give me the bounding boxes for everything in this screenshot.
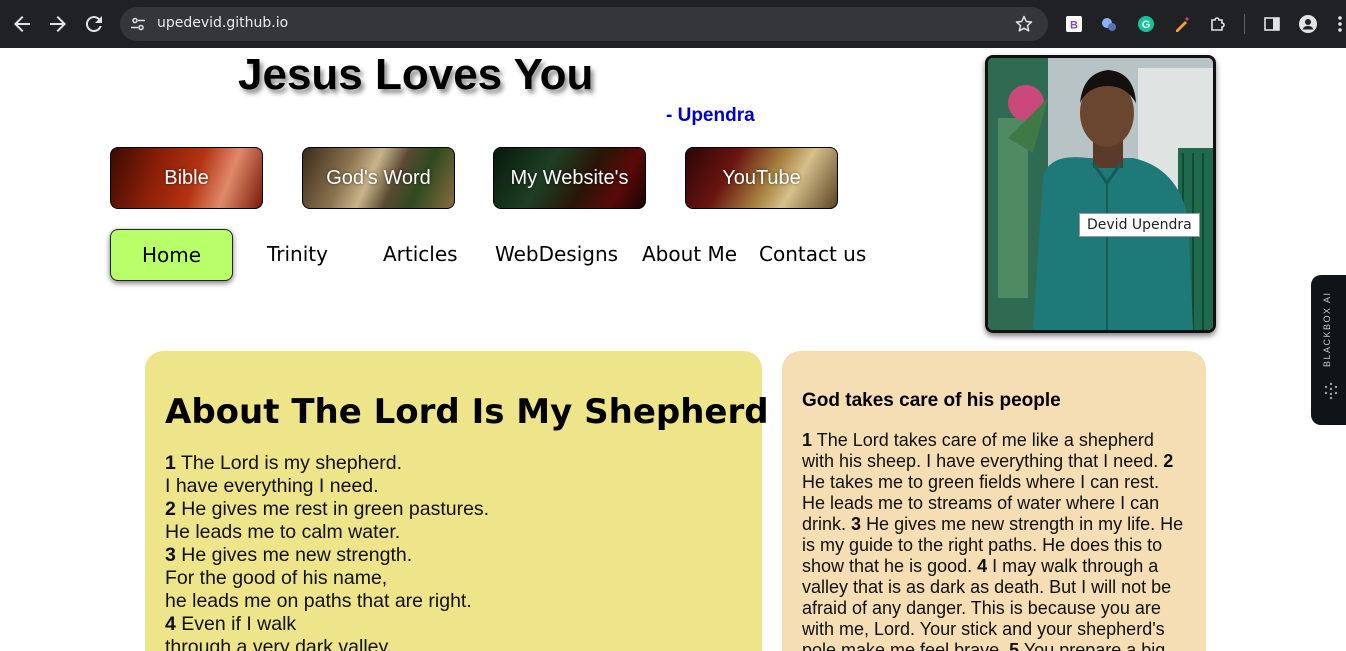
verse-text: I have everything I need.	[165, 475, 379, 497]
verse-number: 1	[165, 452, 176, 474]
verse-line: He leads me to calm water.	[165, 521, 489, 544]
verse-line: through a very dark valley,	[165, 636, 489, 651]
psalm-heading-prefix: About	[165, 392, 280, 432]
verse-line: he leads me on paths that are right.	[165, 590, 489, 613]
verse-line: For the good of his name,	[165, 567, 489, 590]
paraphrase-text: 1 The Lord takes care of me like a sheph…	[802, 430, 1187, 651]
profile-photo: Devid Upendra	[985, 55, 1216, 333]
verse-number: 4	[977, 556, 988, 576]
verse-line: 1 The Lord is my shepherd.	[165, 452, 489, 475]
verse-line: 3 He gives me new strength.	[165, 544, 489, 567]
toolbar-divider	[1244, 14, 1245, 34]
verse-number: 4	[165, 613, 176, 635]
verse-text: Even if I walk	[181, 613, 297, 635]
blackbox-ai-widget[interactable]: BLACKBOX AI	[1311, 275, 1346, 425]
psalm-verses: 1 The Lord is my shepherd. I have everyth…	[165, 452, 489, 651]
verse-number: 2	[165, 498, 176, 520]
ai-extension-icon[interactable]	[1099, 14, 1119, 34]
site-settings-icon[interactable]	[130, 16, 146, 32]
svg-text:G: G	[1142, 19, 1151, 31]
verse-line: 4 Even if I walk	[165, 613, 489, 636]
verse-number: 5	[1009, 640, 1020, 651]
puzzle-extensions-icon[interactable]	[1208, 14, 1228, 34]
verse-number: 3	[851, 514, 862, 534]
verse-text: The Lord is my shepherd.	[180, 452, 403, 474]
url-text[interactable]: upedevid.github.io	[157, 15, 288, 31]
paraphrase-segment: The Lord takes care of me like a shepher…	[802, 430, 1159, 471]
grammarly-extension-icon[interactable]: G	[1136, 14, 1156, 34]
my-websites-button[interactable]: My Website's	[493, 147, 646, 209]
site-title: Jesus Loves You	[238, 50, 594, 99]
verse-text: he leads me on paths that are right.	[165, 590, 472, 612]
nav-about-me[interactable]: About Me	[642, 242, 737, 266]
nav-trinity[interactable]: Trinity	[267, 242, 328, 266]
verse-number: 1	[802, 430, 813, 450]
blackbox-logo-icon	[1324, 382, 1338, 400]
paraphrase-heading: God takes care of his people	[802, 390, 1061, 411]
verse-line: I have everything I need.	[165, 475, 489, 498]
back-icon[interactable]	[10, 12, 34, 36]
verse-text: He gives me rest in green pastures.	[181, 498, 490, 520]
blackbox-ai-label: BLACKBOX AI	[1322, 291, 1332, 367]
side-panel-icon[interactable]	[1262, 14, 1282, 34]
profile-photo-illustration	[988, 58, 1213, 330]
svg-text:B: B	[1070, 20, 1078, 32]
verse-text: For the good of his name,	[165, 567, 388, 589]
nav-webdesigns[interactable]: WebDesigns	[495, 242, 618, 266]
more-menu-icon[interactable]	[1334, 14, 1346, 34]
nav-contact-us[interactable]: Contact us	[759, 242, 866, 266]
psalm-card: About The Lord Is My Shepherd 1 The Lord…	[145, 351, 769, 651]
bookmark-star-icon[interactable]	[1014, 14, 1034, 34]
verse-text: He leads me to calm water.	[165, 521, 401, 543]
browser-toolbar: upedevid.github.io B G	[0, 0, 1346, 48]
address-bar[interactable]: upedevid.github.io	[120, 7, 1048, 41]
paraphrase-card: God takes care of his people 1 The Lord …	[782, 351, 1206, 651]
verse-text: He gives me new strength.	[181, 544, 413, 566]
verse-number: 2	[1163, 451, 1174, 471]
gods-word-button[interactable]: God's Word	[302, 147, 455, 209]
verse-number: 3	[165, 544, 176, 566]
verse-line: 2 He gives me rest in green pastures.	[165, 498, 489, 521]
psalm-heading: About The Lord Is My Shepherd	[165, 392, 769, 432]
verse-text: through a very dark valley,	[165, 636, 393, 651]
color-picker-extension-icon[interactable]	[1172, 14, 1192, 34]
nav-home[interactable]: Home	[110, 229, 233, 281]
profile-icon[interactable]	[1298, 14, 1318, 34]
psalm-heading-title: The Lord Is My Shepherd	[291, 392, 769, 432]
author-signature: - Upendra	[666, 105, 755, 126]
bible-button[interactable]: Bible	[110, 147, 263, 209]
nav-articles[interactable]: Articles	[383, 242, 458, 266]
bootstrap-extension-icon[interactable]: B	[1064, 14, 1084, 34]
youtube-button[interactable]: YouTube	[685, 147, 838, 209]
photo-tooltip: Devid Upendra	[1079, 213, 1200, 237]
reload-icon[interactable]	[82, 12, 106, 36]
forward-icon[interactable]	[46, 12, 70, 36]
